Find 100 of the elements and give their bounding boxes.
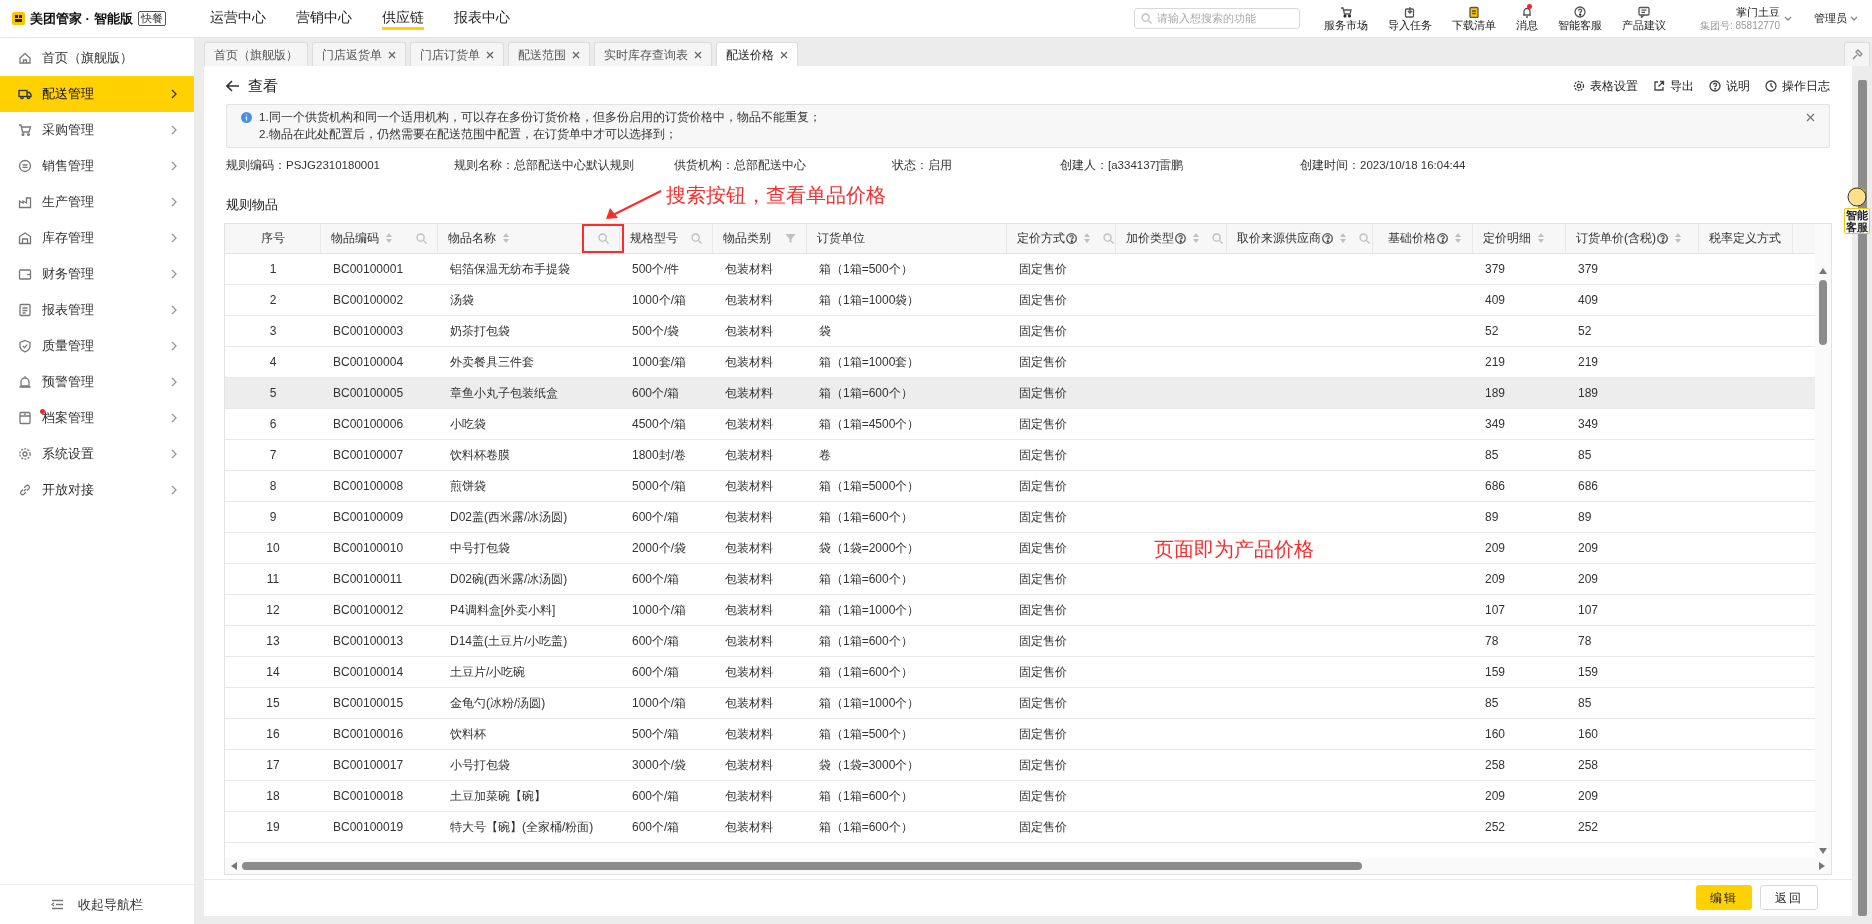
horizontal-scrollbar[interactable] — [225, 857, 1831, 874]
annotation-text: 搜索按钮，查看单品价格 — [666, 183, 886, 208]
factory-icon — [18, 195, 32, 209]
info-field: 状态：启用 — [892, 157, 1060, 175]
table-cell-text: 包装材料 — [725, 539, 773, 557]
search-icon — [1103, 232, 1114, 244]
table-cell-text: 258 — [1485, 756, 1506, 774]
toolbar-button[interactable]: 导出 — [1653, 77, 1694, 95]
nav-link[interactable]: 运营中心 — [210, 7, 266, 30]
table-cell-text: 219 — [1578, 353, 1599, 371]
table-cell-text: 小号打包袋 — [450, 756, 510, 774]
table-cell-text: 箱（1箱=600个） — [819, 787, 913, 805]
table-cell-text: 1000个/箱 — [632, 694, 687, 712]
table-cell-text: 固定售价 — [1019, 694, 1067, 712]
table-cell-text: 固定售价 — [1019, 663, 1067, 681]
column-header-label: 定价明细 — [1483, 230, 1531, 248]
page-tab[interactable]: 首页（旗舰版） — [204, 42, 308, 66]
toolbar-button[interactable]: 消息 — [1515, 5, 1538, 32]
close-icon — [388, 50, 396, 59]
table-cell-text: D14盖(土豆片/小吃盖) — [450, 632, 568, 650]
page-tab[interactable]: 配送范围 — [508, 42, 590, 66]
page-scrollbar[interactable] — [1857, 80, 1867, 916]
nav-link[interactable]: 供应链 — [382, 7, 424, 30]
table-cell-text: 固定售价 — [1019, 322, 1067, 340]
column-header-label: 税率定义方式 — [1709, 230, 1781, 248]
table-cell-text: 章鱼小丸子包装纸盒 — [450, 384, 558, 402]
table-cell-text: 箱（1箱=1000个） — [819, 601, 920, 619]
table-cell-text: BC00100019 — [333, 818, 404, 836]
table-cell-text: BC00100005 — [333, 384, 404, 402]
table-cell-text: 600个/箱 — [632, 663, 680, 681]
vertical-scrollbar[interactable] — [1815, 223, 1831, 858]
table-cell-text: 箱（1箱=1000袋） — [819, 291, 920, 309]
table-cell-text: 固定售价 — [1019, 539, 1067, 557]
table-cell-text: 箱（1箱=500个） — [819, 725, 913, 743]
table-cell-text: 箱（1箱=600个） — [819, 384, 913, 402]
table-cell-text: 379 — [1485, 260, 1506, 278]
scrollbar-thumb[interactable] — [242, 861, 1362, 870]
table-cell-text: 箱（1箱=5000个） — [819, 477, 920, 495]
toolbar-button[interactable]: 导入任务 — [1387, 5, 1432, 32]
toolbar-button[interactable]: 说明 — [1709, 77, 1750, 95]
table-cell-text: 固定售价 — [1019, 818, 1067, 836]
table-cell-text: 金龟勺(冰粉/汤圆) — [450, 694, 546, 712]
search-icon — [691, 232, 702, 244]
page-tab[interactable]: 配送价格 — [716, 42, 798, 66]
chat-icon — [1637, 5, 1650, 18]
link-icon — [18, 483, 32, 497]
table-cell-text: 85 — [1485, 446, 1499, 464]
table-cell-text: 6 — [269, 415, 277, 433]
toolbar-button[interactable]: 下载清单 — [1451, 5, 1496, 32]
column-header-label: 定价方式 — [1017, 230, 1065, 248]
close-icon — [486, 50, 494, 59]
toolbar-button[interactable]: 产品建议 — [1621, 5, 1666, 32]
table-cell-text: 2 — [269, 291, 277, 309]
search-field[interactable]: 请输入想搜索的功能 — [1133, 8, 1300, 29]
table-cell-text: 85 — [1578, 694, 1592, 712]
column-header-label: 规格型号 — [630, 230, 678, 248]
table-cell-text: 袋 — [819, 322, 831, 340]
table-cell-text: 固定售价 — [1019, 415, 1067, 433]
table-row[interactable]: 5 BC00100005 章鱼小丸子包装纸盒 600个/箱 包装材料 箱（1箱=600个） 固定售价 189 189 — [225, 377, 1815, 409]
table-cell-text: 9 — [269, 508, 277, 526]
table-cell-text: 17 — [266, 756, 280, 774]
page-tab[interactable]: 门店订货单 — [410, 42, 504, 66]
page-tab[interactable]: 实时库存查询表 — [594, 42, 712, 66]
nav-link[interactable]: 营销中心 — [296, 7, 352, 30]
nav-link[interactable]: 报表中心 — [454, 7, 510, 30]
sort-icon — [1674, 232, 1682, 245]
table-cell-text: 379 — [1578, 260, 1599, 278]
chevron-right-icon — [170, 160, 178, 172]
table-cell-text: 特大号【碗】(全家桶/粉面) — [450, 818, 594, 836]
table-cell-text: 包装材料 — [725, 756, 773, 774]
scrollbar-thumb[interactable] — [1819, 279, 1827, 345]
page-tab[interactable]: 门店返货单 — [312, 42, 406, 66]
assistant-button[interactable]: 智能客服 — [1844, 208, 1870, 234]
table-cell-text: 14 — [266, 663, 280, 681]
close-icon — [694, 50, 702, 59]
pin-button[interactable] — [1844, 42, 1870, 66]
sidebar-item[interactable]: 配送管理 — [0, 76, 194, 112]
back-button[interactable]: 查看 — [226, 74, 278, 98]
collapse-nav-button[interactable]: 收起导航栏 — [0, 884, 194, 924]
table-cell-text: BC00100013 — [333, 632, 404, 650]
action-button[interactable]: 返回 — [1760, 885, 1818, 911]
table-cell-text: 饮料杯 — [450, 725, 486, 743]
toolbar-button[interactable]: 表格设置 — [1573, 77, 1638, 95]
table-cell-text: BC00100016 — [333, 725, 404, 743]
toolbar-button[interactable]: 服务市场 — [1323, 5, 1368, 32]
toolbar-button[interactable]: 操作日志 — [1765, 77, 1830, 95]
table-cell-text: 500个/箱 — [632, 725, 680, 743]
table-cell-text: 349 — [1485, 415, 1506, 433]
toolbar-button[interactable]: 智能客服 — [1557, 5, 1602, 32]
clock-icon — [1765, 80, 1777, 92]
filter-icon — [785, 232, 796, 244]
table-cell-text: 箱（1箱=600个） — [819, 508, 913, 526]
table-cell-text: 奶茶打包袋 — [450, 322, 510, 340]
table-cell-text: P4调料盒[外卖小料] — [450, 601, 556, 619]
action-button[interactable]: 编辑 — [1696, 885, 1752, 911]
table-cell-text: 500个/件 — [632, 260, 680, 278]
table-cell-text: 252 — [1485, 818, 1506, 836]
info-field: 规则编码：PSJG2310180001 — [226, 157, 454, 175]
table-cell-text: 189 — [1578, 384, 1599, 402]
table-cell-text: 15 — [266, 694, 280, 712]
